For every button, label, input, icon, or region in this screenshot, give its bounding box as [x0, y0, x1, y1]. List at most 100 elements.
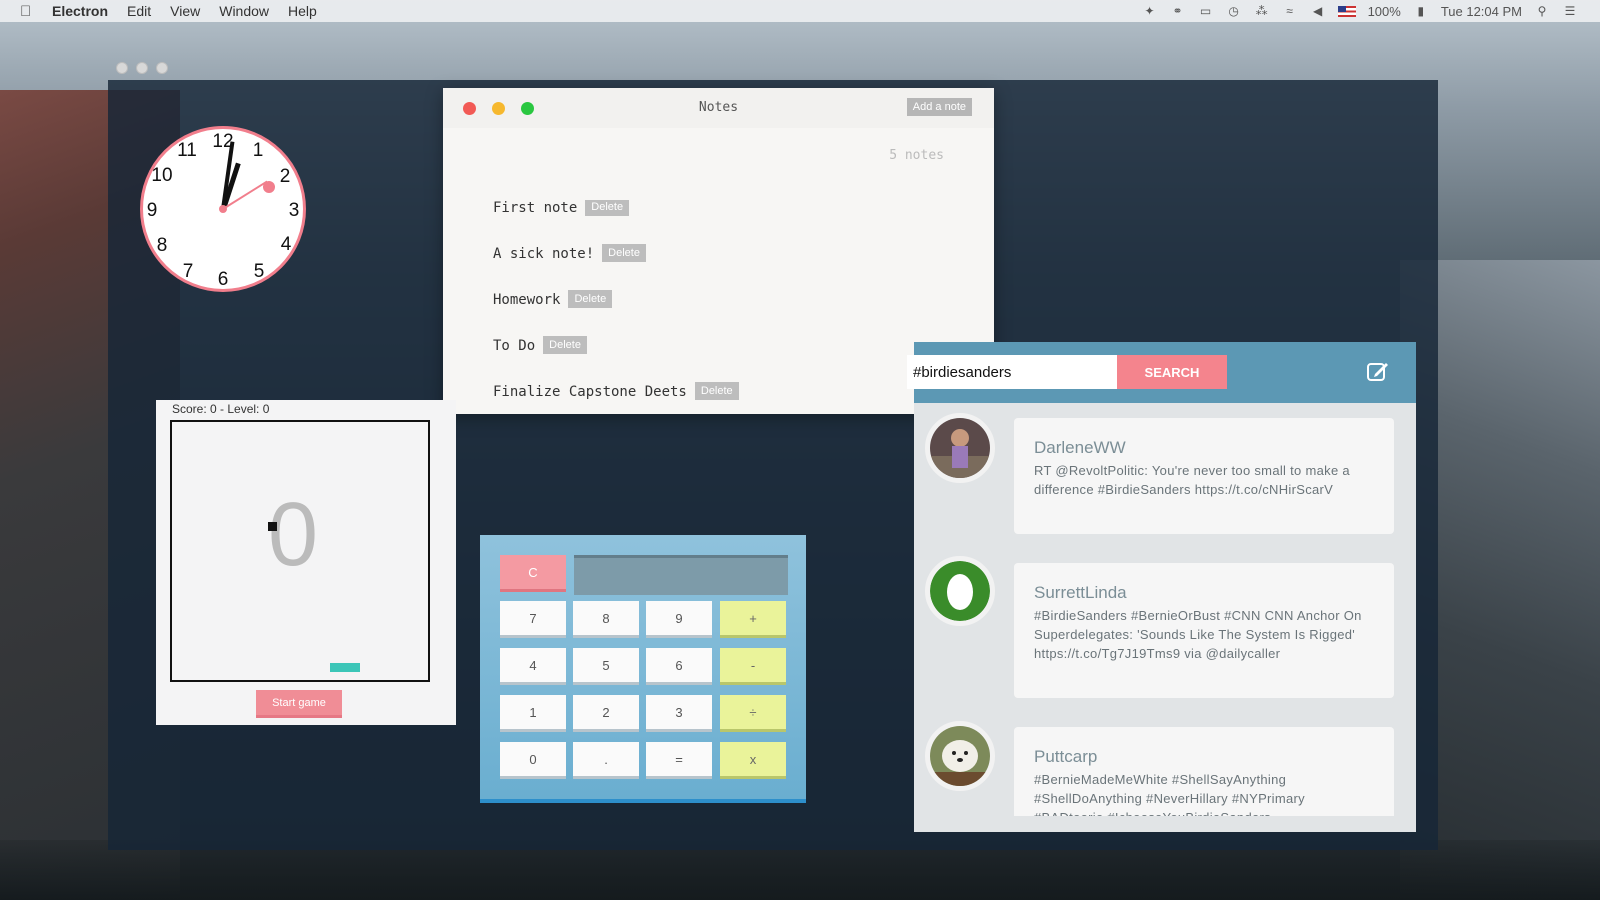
delete-note-button[interactable]: Delete	[543, 336, 587, 354]
zoom-dot[interactable]	[156, 62, 168, 74]
menu-edit[interactable]: Edit	[127, 3, 151, 19]
wifi-icon[interactable]: ≈	[1282, 4, 1298, 18]
clock-number: 3	[288, 200, 300, 221]
avatar[interactable]	[925, 721, 995, 791]
subtract-button[interactable]: -	[720, 648, 786, 685]
status-tray: ✦ ⚭ ▭ ◷ ⁂ ≈ ◀ 100% ▮ Tue 12:04 PM ⚲ ☰	[1142, 4, 1578, 19]
avatar[interactable]	[925, 556, 995, 626]
start-game-button[interactable]: Start game	[256, 690, 342, 718]
battery-percent[interactable]: 100%	[1368, 4, 1401, 19]
hashtag-search-input[interactable]	[907, 355, 1117, 389]
sync-icon[interactable]: ⚭	[1170, 4, 1186, 18]
apple-icon[interactable]: 	[20, 3, 36, 20]
avatar-image	[930, 561, 990, 621]
food-block	[330, 663, 360, 672]
key-7-button[interactable]: 7	[500, 601, 566, 638]
tweet-feed[interactable]: DarleneWW RT @RevoltPolitic: You're neve…	[914, 403, 1416, 816]
multiply-button[interactable]: x	[720, 742, 786, 779]
notes-count: 5 notes	[889, 148, 944, 163]
list-item[interactable]: To Do Delete	[493, 336, 953, 384]
menu-help[interactable]: Help	[288, 3, 317, 19]
menu-window[interactable]: Window	[219, 3, 269, 19]
delete-note-button[interactable]: Delete	[602, 244, 646, 262]
twitter-header: SEARCH	[907, 342, 1416, 403]
note-title[interactable]: Finalize Capstone Deets	[493, 384, 687, 400]
clock-center	[219, 205, 227, 213]
tweet-username[interactable]: DarleneWW	[1034, 438, 1374, 458]
dropbox-icon[interactable]: ✦	[1142, 4, 1158, 18]
tweet-username[interactable]: SurrettLinda	[1034, 583, 1374, 603]
clock-number: 11	[177, 140, 197, 161]
list-item[interactable]: Homework Delete	[493, 290, 953, 338]
key-2-button[interactable]: 2	[573, 695, 639, 732]
key-9-button[interactable]: 9	[646, 601, 712, 638]
clock-number: 9	[146, 200, 158, 221]
clock-number: 1	[252, 140, 264, 161]
key-0-button[interactable]: 0	[500, 742, 566, 779]
key-8-button[interactable]: 8	[573, 601, 639, 638]
time-machine-icon[interactable]: ◷	[1226, 4, 1242, 18]
list-item[interactable]: A sick note! Delete	[493, 244, 953, 292]
compose-icon[interactable]	[1366, 360, 1390, 382]
minimize-dot[interactable]	[136, 62, 148, 74]
analog-clock: 12 1 2 3 4 5 6 7 8 9 10 11	[140, 126, 306, 292]
clear-button[interactable]: C	[500, 555, 566, 592]
notes-list[interactable]: First note Delete A sick note! Delete Ho…	[493, 200, 953, 404]
menu-view[interactable]: View	[170, 3, 200, 19]
tweet-text: RT @RevoltPolitic: You're never too smal…	[1034, 463, 1350, 497]
notes-titlebar[interactable]: Notes Add a note	[443, 88, 994, 128]
key-1-button[interactable]: 1	[500, 695, 566, 732]
tweet-text: #BernieMadeMeWhite #ShellSayAnything #Sh…	[1034, 772, 1305, 816]
decimal-button[interactable]: .	[573, 742, 639, 779]
battery-icon[interactable]: ▮	[1413, 4, 1429, 18]
game-score: Score: 0 - Level: 0	[172, 402, 270, 416]
clock-number: 6	[217, 269, 229, 290]
delete-note-button[interactable]: Delete	[585, 200, 630, 216]
snake-game: Score: 0 - Level: 0 0 Start game	[156, 400, 456, 725]
twitter-panel: SEARCH DarleneWW RT @RevoltPolitic: You'…	[907, 342, 1416, 832]
clock-number: 4	[280, 234, 292, 255]
key-4-button[interactable]: 4	[500, 648, 566, 685]
tweet-card[interactable]: Puttcarp #BernieMadeMeWhite #ShellSayAny…	[1014, 727, 1394, 816]
equals-button[interactable]: =	[646, 742, 712, 779]
divide-button[interactable]: ÷	[720, 695, 786, 732]
game-board[interactable]: 0	[170, 420, 430, 682]
avatar-image	[930, 418, 990, 478]
note-title[interactable]: First note	[493, 200, 577, 216]
close-dot[interactable]	[116, 62, 128, 74]
search-button[interactable]: SEARCH	[1117, 355, 1227, 389]
note-title[interactable]: Homework	[493, 292, 560, 308]
key-6-button[interactable]: 6	[646, 648, 712, 685]
clock-number: 8	[156, 235, 168, 256]
add-note-button[interactable]: Add a note	[906, 98, 972, 116]
tweet-card[interactable]: DarleneWW RT @RevoltPolitic: You're neve…	[1014, 418, 1394, 534]
menu-app-name[interactable]: Electron	[52, 3, 108, 19]
delete-note-button[interactable]: Delete	[694, 382, 739, 400]
clock-number: 10	[151, 165, 173, 186]
spotlight-search-icon[interactable]: ⚲	[1534, 4, 1550, 18]
notification-center-icon[interactable]: ☰	[1562, 4, 1578, 18]
calculator: C 7 8 9 + 4 5 6 - 1 2 3 ÷ 0 . = x	[480, 535, 806, 803]
countdown-digit: 0	[268, 485, 319, 585]
note-title[interactable]: To Do	[493, 338, 535, 354]
avatar-image	[930, 726, 990, 786]
key-3-button[interactable]: 3	[646, 695, 712, 732]
list-item[interactable]: Finalize Capstone Deets Delete	[493, 382, 953, 404]
main-window-controls	[116, 62, 168, 74]
note-title[interactable]: A sick note!	[493, 246, 594, 262]
add-button[interactable]: +	[720, 601, 786, 638]
calculator-display	[574, 555, 788, 595]
bluetooth-icon[interactable]: ⁂	[1254, 4, 1270, 18]
tweet-card[interactable]: SurrettLinda #BirdieSanders #BernieOrBus…	[1014, 563, 1394, 698]
list-item[interactable]: First note Delete	[493, 200, 953, 246]
avatar[interactable]	[925, 413, 995, 483]
airplay-icon[interactable]: ▭	[1198, 4, 1214, 18]
clock-number: 2	[279, 166, 291, 187]
key-5-button[interactable]: 5	[573, 648, 639, 685]
clock-number: 5	[253, 261, 265, 282]
delete-note-button[interactable]: Delete	[568, 290, 613, 308]
us-flag-icon[interactable]	[1337, 5, 1356, 17]
tweet-username[interactable]: Puttcarp	[1034, 747, 1374, 767]
volume-icon[interactable]: ◀	[1310, 4, 1326, 18]
menubar-clock[interactable]: Tue 12:04 PM	[1441, 4, 1522, 19]
